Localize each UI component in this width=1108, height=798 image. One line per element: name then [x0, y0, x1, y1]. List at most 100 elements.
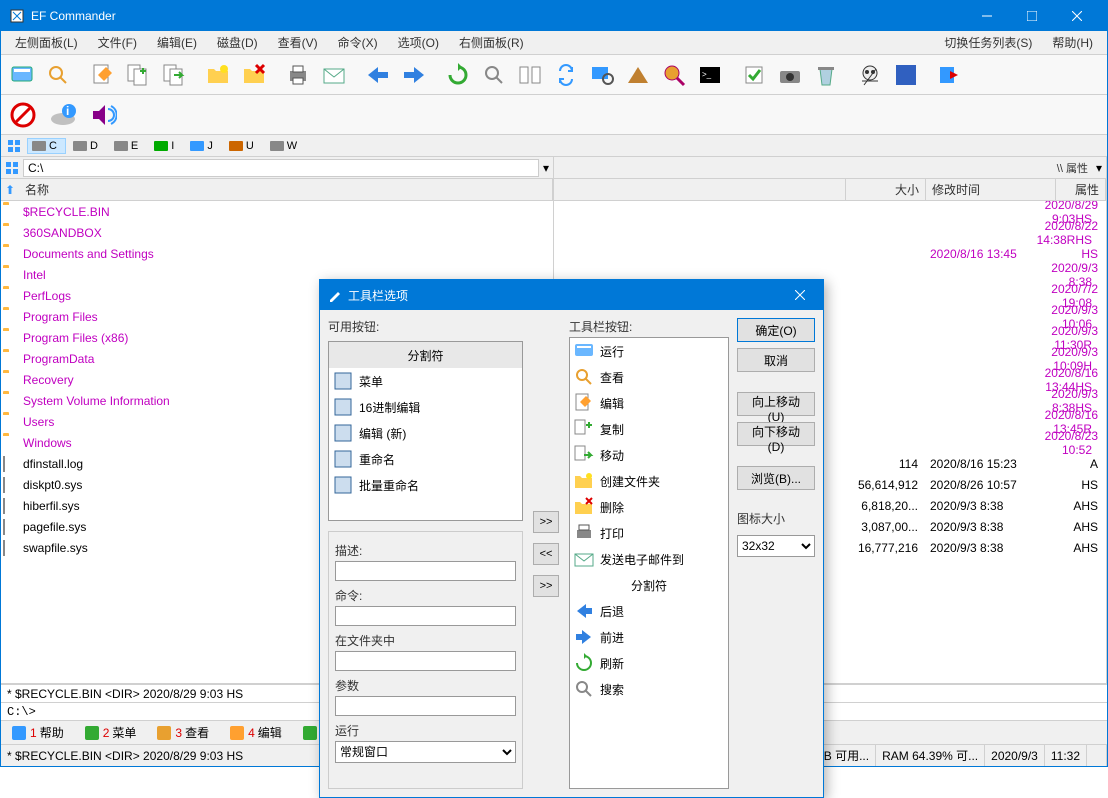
- drive-indicator-icon[interactable]: [5, 161, 19, 175]
- cancel-button[interactable]: 取消: [737, 348, 815, 372]
- menu-file[interactable]: 文件(F): [88, 31, 147, 54]
- col-size[interactable]: 大小: [846, 179, 926, 200]
- copy-icon[interactable]: [121, 58, 155, 92]
- camera-icon[interactable]: [773, 58, 807, 92]
- toolbar-item[interactable]: 后退: [570, 598, 728, 624]
- sound-icon[interactable]: [85, 97, 121, 133]
- col-attr[interactable]: 属性: [1056, 179, 1106, 200]
- available-item[interactable]: 分割符: [329, 342, 522, 368]
- compare-icon[interactable]: [513, 58, 547, 92]
- back-icon[interactable]: [361, 58, 395, 92]
- maximize-button[interactable]: [1009, 1, 1054, 31]
- menu-cmd[interactable]: 命令(X): [328, 31, 388, 54]
- move-right-button[interactable]: >>: [533, 511, 559, 533]
- view-mode-icon[interactable]: [3, 137, 25, 155]
- terminal-icon[interactable]: >_: [693, 58, 727, 92]
- magnify-icon[interactable]: [657, 58, 691, 92]
- icon-size-select[interactable]: 32x32: [737, 535, 815, 557]
- toolbar-item[interactable]: 搜索: [570, 676, 728, 702]
- drive-I[interactable]: I: [149, 138, 183, 154]
- move-down-button[interactable]: 向下移动(D): [737, 422, 815, 446]
- fkey-4[interactable]: 4 编辑: [223, 724, 288, 741]
- toolbar-item[interactable]: 刷新: [570, 650, 728, 676]
- dialog-close-button[interactable]: [785, 280, 815, 310]
- col-name[interactable]: 名称: [19, 179, 553, 200]
- toolbar-item[interactable]: 复制: [570, 416, 728, 442]
- dropdown-icon[interactable]: ▾: [1096, 161, 1102, 175]
- exit-icon[interactable]: [933, 58, 967, 92]
- toolbar-item[interactable]: 移动: [570, 442, 728, 468]
- list-item[interactable]: 360SANDBOX: [1, 222, 553, 243]
- menu-switch-task[interactable]: 切换任务列表(S): [934, 31, 1042, 54]
- move-up-button[interactable]: 向上移动(U): [737, 392, 815, 416]
- menu-left-panel[interactable]: 左侧面板(L): [5, 31, 88, 54]
- col-date[interactable]: 修改时间: [926, 179, 1056, 200]
- minimize-button[interactable]: [964, 1, 1009, 31]
- params-input[interactable]: [335, 696, 516, 716]
- view-icon[interactable]: [41, 58, 75, 92]
- fkey-2[interactable]: 2 菜单: [78, 724, 143, 741]
- trash-icon[interactable]: [809, 58, 843, 92]
- available-item[interactable]: 编辑 (新): [329, 420, 522, 446]
- forward-icon[interactable]: [397, 58, 431, 92]
- check-icon[interactable]: [737, 58, 771, 92]
- list-item[interactable]: 2020/8/22 14:38RHS: [554, 222, 1106, 243]
- zoom-icon[interactable]: [585, 58, 619, 92]
- dropdown-icon[interactable]: ▾: [543, 161, 549, 175]
- new-folder-icon[interactable]: [201, 58, 235, 92]
- drive-U[interactable]: U: [224, 138, 263, 154]
- menu-view[interactable]: 查看(V): [268, 31, 328, 54]
- list-item[interactable]: Documents and Settings: [1, 243, 553, 264]
- drive-D[interactable]: D: [68, 138, 107, 154]
- menu-edit[interactable]: 编辑(E): [147, 31, 207, 54]
- toolbar-item[interactable]: 发送电子邮件到: [570, 546, 728, 572]
- available-item[interactable]: 菜单: [329, 368, 522, 394]
- toolbar-item[interactable]: 创建文件夹: [570, 468, 728, 494]
- infolder-input[interactable]: [335, 651, 516, 671]
- menu-options[interactable]: 选项(O): [388, 31, 449, 54]
- fkey-3[interactable]: 3 查看: [150, 724, 215, 741]
- drive-E[interactable]: E: [109, 138, 147, 154]
- move-left-button[interactable]: <<: [533, 543, 559, 565]
- available-buttons-list[interactable]: 分割符菜单16进制编辑编辑 (新)重命名批量重命名: [328, 341, 523, 521]
- run-icon[interactable]: [5, 58, 39, 92]
- disk-info-icon[interactable]: i: [45, 97, 81, 133]
- left-path-input[interactable]: [23, 159, 539, 177]
- toolbar-item[interactable]: 运行: [570, 338, 728, 364]
- close-button[interactable]: [1054, 1, 1099, 31]
- menu-help[interactable]: 帮助(H): [1042, 31, 1103, 54]
- toolbar-buttons-list[interactable]: 运行查看编辑复制移动创建文件夹删除打印发送电子邮件到分割符后退前进刷新搜索: [569, 337, 729, 789]
- menu-disk[interactable]: 磁盘(D): [207, 31, 268, 54]
- drive-W[interactable]: W: [265, 138, 306, 154]
- mail-icon[interactable]: [317, 58, 351, 92]
- toolbar-item[interactable]: 分割符: [570, 572, 728, 598]
- sync-icon[interactable]: [549, 58, 583, 92]
- refresh-icon[interactable]: [441, 58, 475, 92]
- search-icon[interactable]: [477, 58, 511, 92]
- menu-right-panel[interactable]: 右侧面板(R): [449, 31, 534, 54]
- move-icon[interactable]: [157, 58, 191, 92]
- cmd-input[interactable]: [335, 606, 516, 626]
- browse-button[interactable]: 浏览(B)...: [737, 466, 815, 490]
- toolbar-item[interactable]: 编辑: [570, 390, 728, 416]
- block-icon[interactable]: [5, 97, 41, 133]
- skull-icon[interactable]: [853, 58, 887, 92]
- toolbar-item[interactable]: 查看: [570, 364, 728, 390]
- moon-icon[interactable]: [889, 58, 923, 92]
- drive-J[interactable]: J: [185, 138, 222, 154]
- run-select[interactable]: 常规窗口: [335, 741, 516, 763]
- fkey-1[interactable]: 1 帮助: [5, 724, 70, 741]
- available-item[interactable]: 重命名: [329, 446, 522, 472]
- available-item[interactable]: 16进制编辑: [329, 394, 522, 420]
- edit-icon[interactable]: [85, 58, 119, 92]
- delete-icon[interactable]: [237, 58, 271, 92]
- move-right2-button[interactable]: >>: [533, 575, 559, 597]
- toolbar-item[interactable]: 打印: [570, 520, 728, 546]
- available-item[interactable]: 批量重命名: [329, 472, 522, 498]
- toolbar-item[interactable]: 前进: [570, 624, 728, 650]
- pyramid-icon[interactable]: [621, 58, 655, 92]
- print-icon[interactable]: [281, 58, 315, 92]
- drive-C[interactable]: C: [27, 138, 66, 154]
- toolbar-item[interactable]: 删除: [570, 494, 728, 520]
- desc-input[interactable]: [335, 561, 516, 581]
